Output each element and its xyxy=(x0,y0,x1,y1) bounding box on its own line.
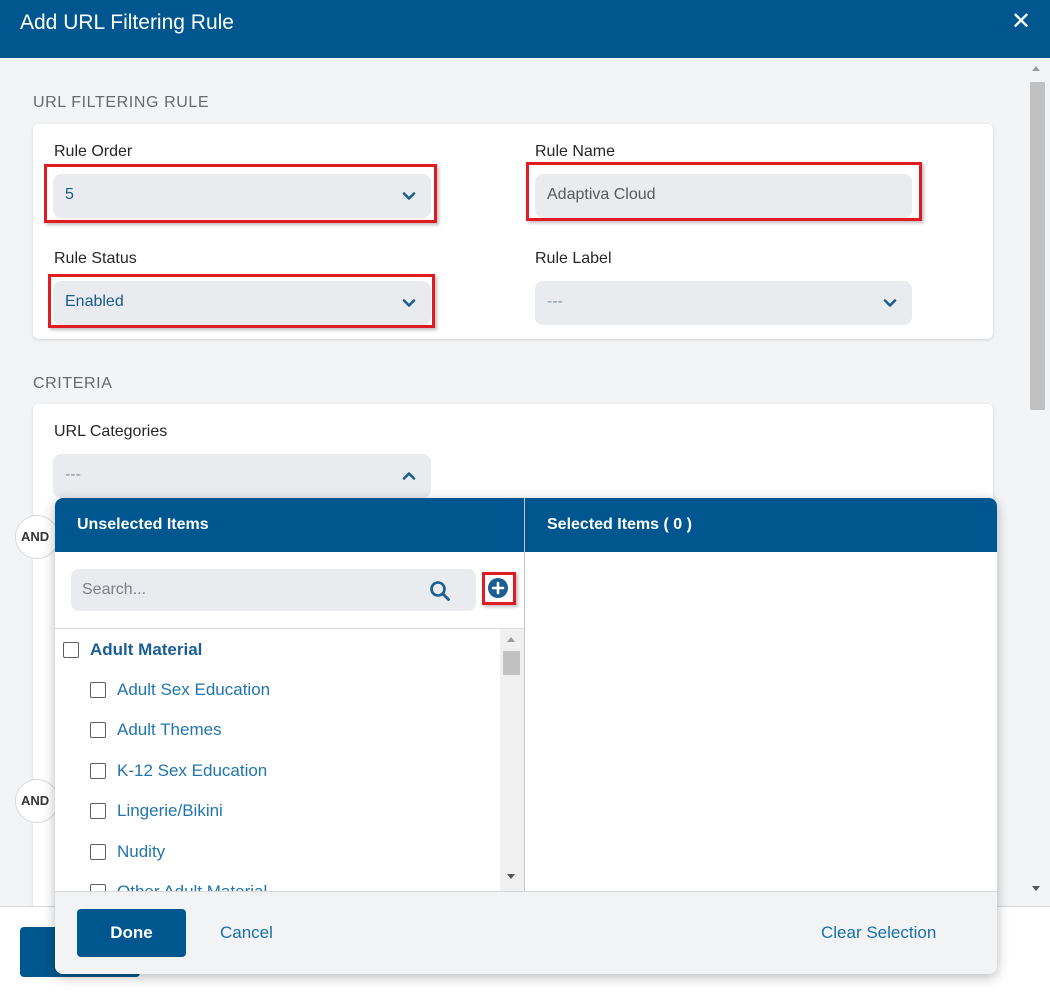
url-categories-label: URL Categories xyxy=(54,423,168,440)
rule-status-value: Enabled xyxy=(65,293,124,310)
checkbox[interactable] xyxy=(90,682,106,698)
rule-section-heading: URL FILTERING RULE xyxy=(33,94,210,111)
rule-label-label: Rule Label xyxy=(535,250,612,267)
scroll-thumb[interactable] xyxy=(503,651,520,675)
unselected-items-list: Adult Material Adult Sex Education Adult… xyxy=(55,628,524,891)
list-item[interactable]: Nudity xyxy=(90,840,165,864)
and-badge: AND xyxy=(15,779,59,823)
criteria-section-heading: CRITERIA xyxy=(33,375,113,392)
scroll-down-arrow[interactable] xyxy=(507,874,515,879)
search-box xyxy=(71,569,476,611)
list-item[interactable]: K-12 Sex Education xyxy=(90,759,267,783)
item-label: K-12 Sex Education xyxy=(117,761,268,780)
chevron-up-icon xyxy=(402,472,416,480)
search-icon[interactable] xyxy=(429,580,451,602)
picker-header: Unselected Items Selected Items ( 0 ) xyxy=(55,498,997,552)
rule-order-value: 5 xyxy=(65,186,74,203)
checkbox[interactable] xyxy=(90,763,106,779)
and-badge: AND xyxy=(15,515,59,559)
item-label: Adult Themes xyxy=(117,720,222,739)
rule-label-value: --- xyxy=(547,293,563,310)
rule-name-field[interactable]: Adaptiva Cloud xyxy=(535,174,912,218)
item-label: Adult Sex Education xyxy=(117,680,271,699)
checkbox[interactable] xyxy=(90,844,106,860)
list-item[interactable]: Other Adult Material xyxy=(90,880,267,891)
close-icon[interactable]: ✕ xyxy=(1008,10,1034,36)
search-input[interactable] xyxy=(82,580,412,600)
list-item[interactable]: Adult Sex Education xyxy=(90,678,270,702)
item-label: Lingerie/Bikini xyxy=(117,801,223,820)
picker-footer: Done Cancel Clear Selection xyxy=(55,891,997,974)
item-label: Other Adult Material xyxy=(117,882,267,891)
url-categories-dropdown[interactable]: --- xyxy=(53,454,431,498)
rule-status-dropdown[interactable]: Enabled xyxy=(53,281,431,325)
rule-card: Rule Order 5 Rule Name Adaptiva Cloud Ru… xyxy=(33,124,993,339)
done-button[interactable]: Done xyxy=(77,909,186,957)
scroll-up-arrow[interactable] xyxy=(1032,66,1040,71)
checkbox[interactable] xyxy=(63,642,79,658)
scroll-thumb[interactable] xyxy=(1030,82,1045,410)
cancel-button[interactable]: Cancel xyxy=(220,923,273,943)
checkbox[interactable] xyxy=(90,884,106,891)
chevron-down-icon xyxy=(883,299,897,307)
unselected-items-title: Unselected Items xyxy=(77,516,209,533)
add-icon[interactable] xyxy=(485,575,511,601)
scroll-down-arrow[interactable] xyxy=(1032,886,1040,891)
checkbox[interactable] xyxy=(90,722,106,738)
item-label: Adult Material xyxy=(90,640,203,659)
url-categories-picker: Unselected Items Selected Items ( 0 ) Ad… xyxy=(55,498,997,974)
selected-items-title: Selected Items ( 0 ) xyxy=(547,516,692,533)
scroll-up-arrow[interactable] xyxy=(507,637,515,642)
list-item[interactable]: Lingerie/Bikini xyxy=(90,799,223,823)
rule-name-label: Rule Name xyxy=(535,143,616,160)
list-scrollbar[interactable] xyxy=(500,629,524,891)
column-divider xyxy=(524,498,525,891)
list-item[interactable]: Adult Themes xyxy=(90,718,222,742)
item-label: Nudity xyxy=(117,842,166,861)
rule-order-dropdown[interactable]: 5 xyxy=(53,174,431,218)
chevron-down-icon xyxy=(402,192,416,200)
rule-label-dropdown[interactable]: --- xyxy=(535,281,912,325)
checkbox[interactable] xyxy=(90,803,106,819)
chevron-down-icon xyxy=(402,299,416,307)
dialog-header: Add URL Filtering Rule ✕ xyxy=(0,0,1050,58)
dialog-title: Add URL Filtering Rule xyxy=(20,11,234,34)
rule-status-label: Rule Status xyxy=(54,250,137,267)
main-scrollbar[interactable] xyxy=(1028,58,1046,906)
rule-name-value: Adaptiva Cloud xyxy=(547,186,656,203)
rule-order-label: Rule Order xyxy=(54,143,133,160)
url-categories-value: --- xyxy=(65,466,81,483)
list-item[interactable]: Adult Material xyxy=(63,638,202,662)
clear-selection-button[interactable]: Clear Selection xyxy=(821,923,936,943)
